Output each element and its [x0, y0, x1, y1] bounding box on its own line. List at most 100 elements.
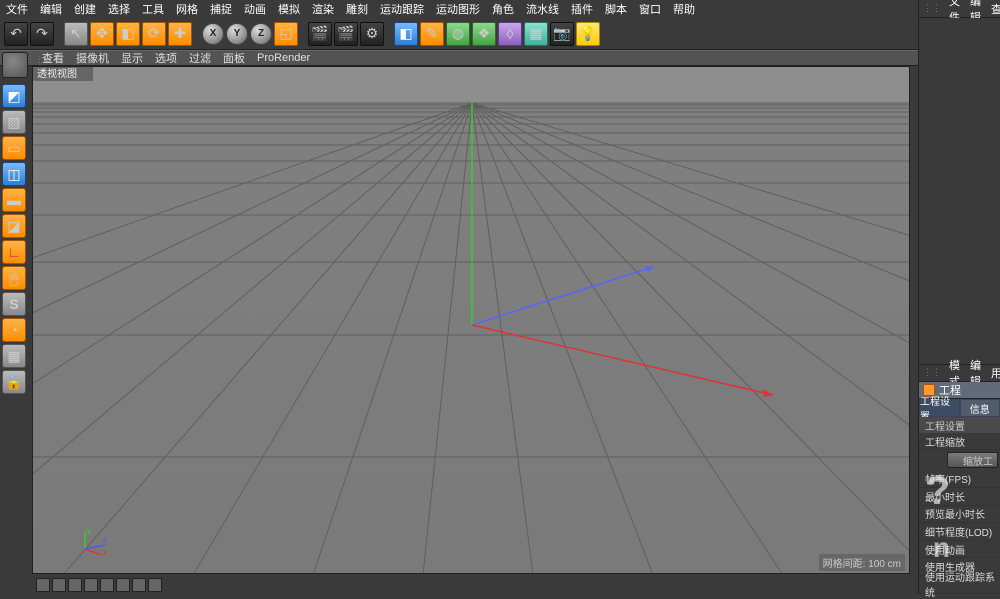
render-pv-button[interactable]: 🎬 — [334, 22, 358, 46]
camera-button[interactable]: 📷 — [550, 22, 574, 46]
axis-gizmo: y x z — [79, 525, 109, 555]
locked-workplane-button[interactable]: ▦ — [2, 344, 26, 368]
svg-text:z: z — [103, 536, 107, 545]
grip-icon: ⋮⋮ — [30, 52, 40, 66]
menu-help[interactable]: 帮助 — [671, 1, 697, 17]
row-use-motionsys[interactable]: 使用运动跟踪系统 — [919, 576, 1000, 594]
row-project-scale: 工程缩放 — [919, 433, 1000, 451]
svg-text:x: x — [103, 548, 107, 555]
tweak-button[interactable]: 🖱 — [2, 266, 26, 290]
move-tool[interactable]: ✥ — [90, 22, 114, 46]
menu-render[interactable]: 渲染 — [310, 1, 336, 17]
model-mode-button[interactable]: ◩ — [2, 84, 26, 108]
viewmenu-filter[interactable]: 过滤 — [189, 50, 211, 66]
tab-project-settings[interactable]: 工程设置 — [919, 399, 960, 417]
light-button[interactable]: 💡 — [576, 22, 600, 46]
menu-tools[interactable]: 工具 — [140, 1, 166, 17]
menu-create[interactable]: 创建 — [72, 1, 98, 17]
menu-snap[interactable]: 捕捉 — [208, 1, 234, 17]
viewport-menu-bar: ⋮⋮ 查看 摄像机 显示 选项 过滤 面板 ProRender — [0, 50, 1000, 66]
menu-sculpt[interactable]: 雕刻 — [344, 1, 370, 17]
pen-tool-button[interactable]: ✎ — [420, 22, 444, 46]
nurbs-button[interactable]: ◍ — [446, 22, 470, 46]
menu-edit[interactable]: 编辑 — [38, 1, 64, 17]
menu-mograph[interactable]: 运动图形 — [434, 1, 482, 17]
main-menu-bar: 文件 编辑 创建 选择 工具 网格 捕捉 动画 模拟 渲染 雕刻 运动跟踪 运动… — [0, 0, 1000, 18]
row-lod[interactable]: 细节程度(LOD) — [919, 523, 1000, 541]
generator-button[interactable]: ❖ — [472, 22, 496, 46]
grip-icon: ⋮⋮ — [927, 2, 937, 16]
svg-text:y: y — [87, 526, 91, 535]
watermark-question-icon: ? — [926, 469, 950, 514]
viewmenu-options[interactable]: 选项 — [155, 50, 177, 66]
menu-file[interactable]: 文件 — [4, 1, 30, 17]
timeline-btn-4[interactable] — [84, 578, 98, 592]
point-mode-button[interactable]: ◫ — [2, 162, 26, 186]
timeline-btn-3[interactable] — [68, 578, 82, 592]
scale-tool[interactable]: ◧ — [116, 22, 140, 46]
deformer-button[interactable]: ◊ — [498, 22, 522, 46]
menu-character[interactable]: 角色 — [490, 1, 516, 17]
menu-mesh[interactable]: 网格 — [174, 1, 200, 17]
timeline-btn-7[interactable] — [132, 578, 146, 592]
polygon-mode-button[interactable]: ◪ — [2, 214, 26, 238]
viewport-name-label: 透视视图 — [37, 67, 77, 80]
snap-toggle-button[interactable]: S — [2, 292, 26, 316]
menu-animate[interactable]: 动画 — [242, 1, 268, 17]
object-manager-tabs: ⋮⋮ 文件 编辑 查 — [919, 0, 1000, 18]
viewmenu-view[interactable]: 查看 — [42, 50, 64, 66]
menu-pipeline[interactable]: 流水线 — [524, 1, 561, 17]
live-select-tool[interactable]: ↖ — [64, 22, 88, 46]
axis-mode-button[interactable]: ∟ — [2, 240, 26, 264]
timeline-btn-1[interactable] — [36, 578, 50, 592]
viewmenu-camera[interactable]: 摄像机 — [76, 50, 109, 66]
primitive-cube-button[interactable]: ◧ — [394, 22, 418, 46]
viewmenu-display[interactable]: 显示 — [121, 50, 143, 66]
workplane-snap-button[interactable]: ◔ — [2, 318, 26, 342]
timeline-btn-8[interactable] — [148, 578, 162, 592]
timeline-btn-2[interactable] — [52, 578, 66, 592]
rotate-tool[interactable]: ⟳ — [142, 22, 166, 46]
render-view-button[interactable]: 🎬 — [308, 22, 332, 46]
edge-mode-button[interactable]: ▬ — [2, 188, 26, 212]
environment-button[interactable]: ▦ — [524, 22, 548, 46]
workplane-button[interactable]: ▭ — [2, 136, 26, 160]
row-use-anim[interactable]: 使用动画 — [919, 541, 1000, 559]
coord-system-button[interactable]: ◱ — [274, 22, 298, 46]
object-manager-area[interactable] — [919, 18, 1000, 364]
scale-project-button[interactable]: 缩放工 — [947, 452, 998, 468]
timeline-btn-6[interactable] — [116, 578, 130, 592]
grid-spacing-label: 网格间距: 100 cm — [819, 554, 905, 571]
grip-icon: ⋮⋮ — [927, 366, 937, 380]
menu-select[interactable]: 选择 — [106, 1, 132, 17]
viewport-solo-button[interactable]: 🔒 — [2, 370, 26, 394]
z-axis-toggle[interactable]: Z — [250, 23, 272, 45]
attribute-section-header: 工程设置 — [919, 417, 1000, 433]
main-toolbar: ↶ ↷ ↖ ✥ ◧ ⟳ ✚ X Y Z ◱ 🎬 🎬 ⚙ ◧ ✎ ◍ ❖ ◊ ▦ … — [0, 18, 1000, 50]
make-editable-icon[interactable] — [2, 52, 28, 78]
perspective-viewport[interactable]: 透视视图 网格间距: 100 cm y x z — [32, 66, 910, 574]
timeline-btn-5[interactable] — [100, 578, 114, 592]
viewmenu-prorender[interactable]: ProRender — [257, 52, 310, 64]
watermark-n-icon: n — [933, 532, 950, 564]
viewmenu-panel[interactable]: 面板 — [223, 50, 245, 66]
menu-plugins[interactable]: 插件 — [569, 1, 595, 17]
last-tool[interactable]: ✚ — [168, 22, 192, 46]
obj-tab-view[interactable]: 查 — [991, 1, 1000, 17]
attribute-subtabs: 工程设置 信息 — [919, 399, 1000, 417]
attribute-manager-tabs: ⋮⋮ 模式 编辑 用 — [919, 364, 1000, 382]
menu-window[interactable]: 窗口 — [637, 1, 663, 17]
render-settings-button[interactable]: ⚙ — [360, 22, 384, 46]
menu-motiontrack[interactable]: 运动跟踪 — [378, 1, 426, 17]
attr-tab-user[interactable]: 用 — [991, 365, 1000, 381]
timeline-toolbar — [32, 576, 910, 594]
tab-info[interactable]: 信息 — [960, 399, 1000, 417]
texture-mode-button[interactable]: ▨ — [2, 110, 26, 134]
menu-simulate[interactable]: 模拟 — [276, 1, 302, 17]
y-axis-toggle[interactable]: Y — [226, 23, 248, 45]
redo-button[interactable]: ↷ — [30, 22, 54, 46]
menu-script[interactable]: 脚本 — [603, 1, 629, 17]
undo-button[interactable]: ↶ — [4, 22, 28, 46]
x-axis-toggle[interactable]: X — [202, 23, 224, 45]
left-tool-palette: ◩ ▨ ▭ ◫ ▬ ◪ ∟ 🖱 S ◔ ▦ 🔒 — [0, 82, 28, 396]
